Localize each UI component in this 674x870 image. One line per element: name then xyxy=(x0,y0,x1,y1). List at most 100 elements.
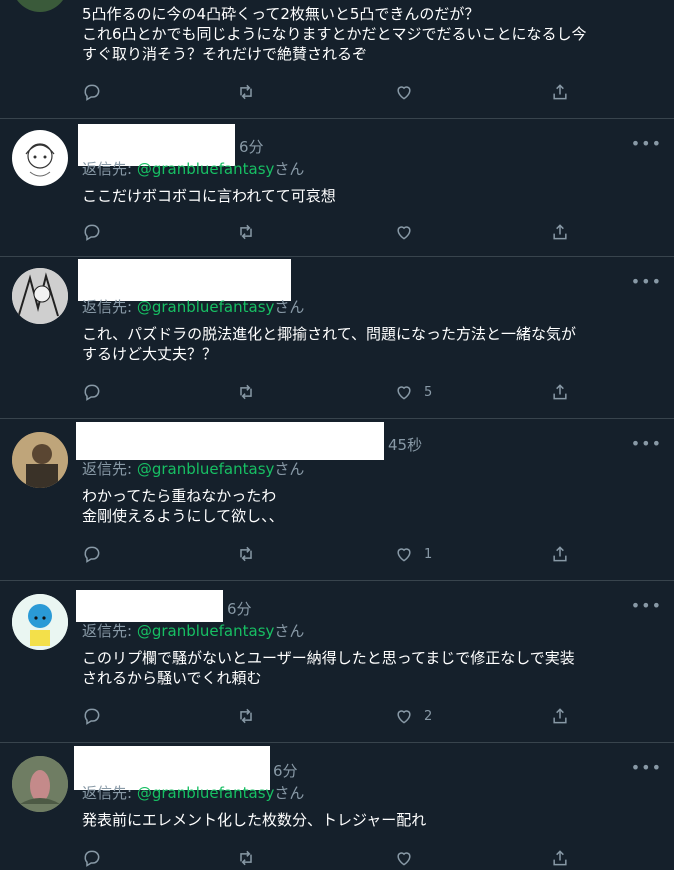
share-button[interactable] xyxy=(550,846,570,870)
share-icon xyxy=(550,82,570,102)
retweet-icon xyxy=(236,222,256,242)
share-icon xyxy=(550,848,570,868)
share-button[interactable] xyxy=(550,542,570,566)
like-count: 5 xyxy=(424,384,433,400)
avatar[interactable] xyxy=(12,594,68,650)
like-button[interactable] xyxy=(394,220,424,244)
reply-icon xyxy=(82,82,102,102)
reply-handle[interactable]: @granbluefantasy xyxy=(137,160,275,178)
avatar[interactable] xyxy=(12,0,68,12)
retweet-button[interactable] xyxy=(236,220,256,244)
avatar[interactable] xyxy=(12,432,68,488)
reply-handle[interactable]: @granbluefantasy xyxy=(137,298,275,316)
tweet-text-line: すぐ取り消そう？それだけで絶賛されるぞ xyxy=(82,45,368,63)
like-count: 2 xyxy=(424,708,433,724)
share-icon xyxy=(550,382,570,402)
share-button[interactable] xyxy=(550,380,570,404)
tweet-actions: 2 xyxy=(82,704,642,728)
avatar-illustration xyxy=(25,143,55,177)
reply-icon xyxy=(82,222,102,242)
reply-button[interactable] xyxy=(82,80,102,104)
tweet-1[interactable]: 6分 ••• 返信先: @granbluefantasyさん ここだけボコボコに… xyxy=(0,118,674,257)
reply-prefix: 返信先: xyxy=(82,784,137,802)
tweet-text-line: 金剛使えるようにして欲し、、 xyxy=(82,507,284,525)
avatar-illustration xyxy=(12,594,68,650)
username-redacted xyxy=(76,422,384,460)
tweet-5[interactable]: 6分 ••• 返信先: @granbluefantasyさん 発表前にエレメント… xyxy=(0,742,674,867)
retweet-icon xyxy=(236,82,256,102)
tweet-4[interactable]: 6分 ••• 返信先: @granbluefantasyさん このリプ欄で騒がな… xyxy=(0,580,674,743)
tweet-actions: 5 xyxy=(82,380,642,404)
timestamp[interactable]: 6分 xyxy=(239,136,264,157)
reply-button[interactable] xyxy=(82,542,102,566)
avatar[interactable] xyxy=(12,756,68,812)
heart-icon xyxy=(394,848,414,868)
reply-prefix: 返信先: xyxy=(82,298,137,316)
avatar[interactable] xyxy=(12,130,68,186)
tweet-3[interactable]: 45秒 ••• 返信先: @granbluefantasyさん わかってたら重ね… xyxy=(0,418,674,581)
tweet-text: わかってたら重ねなかったわ 金剛使えるようにして欲し、、 xyxy=(82,486,662,526)
reply-prefix: 返信先: xyxy=(82,160,137,178)
like-button[interactable]: 2 xyxy=(394,704,432,728)
heart-icon xyxy=(394,706,414,726)
tweet-0[interactable]: 5凸作るのに今の4凸砕くって2枚無いと5凸できんのだが？ これ6凸とかでも同じよ… xyxy=(0,0,674,119)
tweet-text-line: これ、パズドラの脱法進化と揶揄されて、問題になった方法と一緒な気が xyxy=(82,325,576,343)
retweet-button[interactable] xyxy=(236,846,256,870)
more-icon[interactable]: ••• xyxy=(631,758,662,777)
reply-to: 返信先: @granbluefantasyさん xyxy=(82,620,304,641)
tweet-text-line: するけど大丈夫？？ xyxy=(82,345,218,363)
tweet-text-line: わかってたら重ねなかったわ xyxy=(82,487,277,505)
reply-button[interactable] xyxy=(82,220,102,244)
share-button[interactable] xyxy=(550,704,570,728)
retweet-icon xyxy=(236,706,256,726)
retweet-button[interactable] xyxy=(236,704,256,728)
tweet-actions xyxy=(82,220,642,244)
reply-icon xyxy=(82,848,102,868)
more-icon[interactable]: ••• xyxy=(631,134,662,153)
tweet-text-line: このリプ欄で騒がないとユーザー納得したと思ってまじで修正なしで実装 xyxy=(82,649,575,667)
tweet-text-line: ここだけボコボコに言われてて可哀想 xyxy=(82,187,336,205)
more-icon[interactable]: ••• xyxy=(631,272,662,291)
share-button[interactable] xyxy=(550,80,570,104)
reply-suffix: さん xyxy=(274,784,305,802)
share-icon xyxy=(550,544,570,564)
like-button[interactable]: 5 xyxy=(394,380,432,404)
tweet-text-line: 5凸作るのに今の4凸砕くって2枚無いと5凸できんのだが？ xyxy=(82,5,480,23)
retweet-button[interactable] xyxy=(236,380,256,404)
reply-handle[interactable]: @granbluefantasy xyxy=(137,460,275,478)
tweet-actions xyxy=(82,846,642,870)
like-button[interactable]: 1 xyxy=(394,542,432,566)
reply-suffix: さん xyxy=(274,298,305,316)
reply-suffix: さん xyxy=(274,160,305,178)
username-redacted xyxy=(76,590,223,622)
retweet-button[interactable] xyxy=(236,542,256,566)
more-icon[interactable]: ••• xyxy=(631,434,662,453)
timestamp[interactable]: 45秒 xyxy=(388,434,422,455)
more-icon[interactable]: ••• xyxy=(631,596,662,615)
username-redacted xyxy=(78,259,291,301)
reply-to: 返信先: @granbluefantasyさん xyxy=(82,782,304,803)
reply-to: 返信先: @granbluefantasyさん xyxy=(82,158,304,179)
reply-button[interactable] xyxy=(82,704,102,728)
tweet-text-line: 発表前にエレメント化した枚数分、トレジャー配れ xyxy=(82,811,427,829)
retweet-icon xyxy=(236,848,256,868)
avatar-photo xyxy=(12,756,68,812)
tweet-2[interactable]: ••• 返信先: @granbluefantasyさん これ、パズドラの脱法進化… xyxy=(0,256,674,419)
reply-handle[interactable]: @granbluefantasy xyxy=(137,784,275,802)
timestamp[interactable]: 6分 xyxy=(227,598,252,619)
share-button[interactable] xyxy=(550,220,570,244)
like-count: 1 xyxy=(424,546,433,562)
reply-button[interactable] xyxy=(82,380,102,404)
heart-icon xyxy=(394,82,414,102)
like-button[interactable] xyxy=(394,80,424,104)
heart-icon xyxy=(394,544,414,564)
reply-to: 返信先: @granbluefantasyさん xyxy=(82,296,304,317)
avatar[interactable] xyxy=(12,268,68,324)
share-icon xyxy=(550,222,570,242)
like-button[interactable] xyxy=(394,846,424,870)
reply-handle[interactable]: @granbluefantasy xyxy=(137,622,275,640)
heart-icon xyxy=(394,222,414,242)
timestamp[interactable]: 6分 xyxy=(273,760,298,781)
retweet-button[interactable] xyxy=(236,80,256,104)
reply-button[interactable] xyxy=(82,846,102,870)
